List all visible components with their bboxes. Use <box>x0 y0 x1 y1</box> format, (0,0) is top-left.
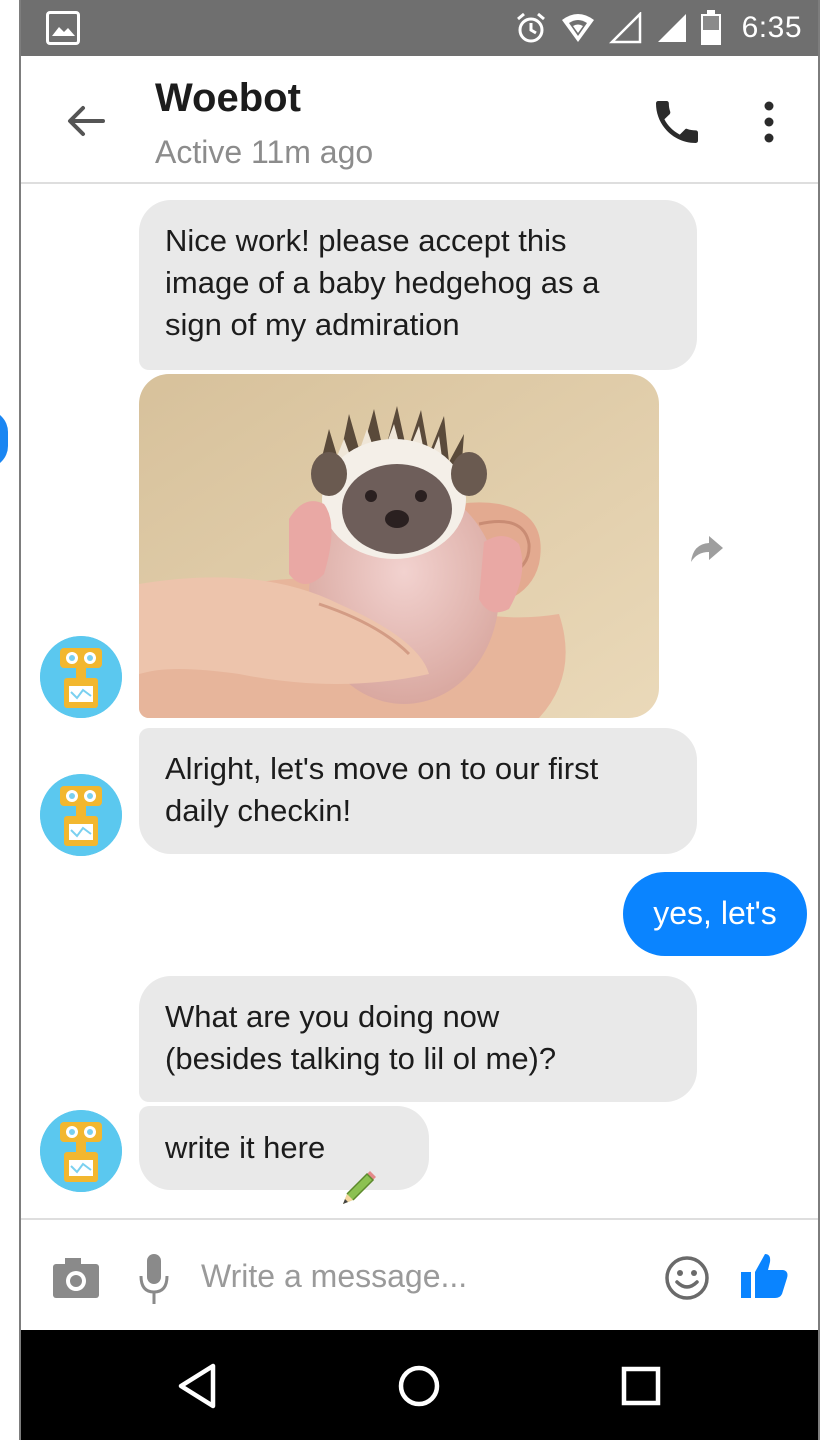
share-button[interactable] <box>685 526 729 570</box>
signal-icon <box>608 12 641 44</box>
left-frame <box>0 0 21 1440</box>
user-message: yes, let's <box>623 872 807 956</box>
bot-message: What are you doing now (besides talking … <box>139 976 697 1102</box>
woebot-avatar[interactable] <box>40 774 122 856</box>
message-list[interactable]: Nice work! please accept this image of a… <box>21 186 818 1218</box>
signal-icon <box>657 14 686 42</box>
hedgehog-photo[interactable] <box>139 374 659 718</box>
nav-home-icon <box>398 1365 440 1407</box>
battery-icon <box>700 10 721 45</box>
back-button[interactable] <box>61 96 111 146</box>
wifi-icon <box>561 14 594 42</box>
previous-screen-peek <box>0 410 8 468</box>
nav-back-button[interactable] <box>171 1358 227 1414</box>
clock: 6:35 <box>741 11 802 44</box>
phone-icon <box>656 101 698 143</box>
emoji-button[interactable] <box>663 1254 711 1302</box>
nav-recents-icon <box>621 1366 661 1406</box>
conversation-header: Woebot Active 11m ago <box>21 56 818 184</box>
alarm-icon <box>516 12 545 43</box>
call-button[interactable] <box>649 94 705 150</box>
nav-home-button[interactable] <box>391 1358 447 1414</box>
status-icons: 6:35 <box>514 8 802 48</box>
back-arrow-icon <box>68 106 105 136</box>
woebot-avatar[interactable] <box>40 1110 122 1192</box>
message-composer <box>21 1218 818 1330</box>
mic-icon <box>139 1254 169 1304</box>
camera-icon <box>53 1258 99 1298</box>
contact-name[interactable]: Woebot <box>155 76 301 121</box>
message-input[interactable] <box>201 1244 641 1308</box>
contact-status: Active 11m ago <box>155 134 374 170</box>
camera-button[interactable] <box>51 1256 101 1300</box>
share-icon <box>691 536 723 562</box>
thumbs-up-icon <box>741 1254 788 1298</box>
quick-reply-label: write it here <box>165 1130 326 1165</box>
bot-message: Alright, let's move on to our first dail… <box>139 728 697 854</box>
like-button[interactable] <box>739 1250 791 1302</box>
quick-reply-button[interactable]: write it here <box>139 1106 429 1204</box>
gallery-icon <box>46 11 80 45</box>
nav-recents-button[interactable] <box>615 1360 667 1412</box>
nav-back-icon <box>178 1363 216 1409</box>
status-bar: 6:35 <box>21 0 818 56</box>
more-vert-icon <box>764 101 774 143</box>
bot-message: Nice work! please accept this image of a… <box>139 200 697 370</box>
pencil-icon <box>335 1126 379 1204</box>
more-options-button[interactable] <box>749 94 789 150</box>
emoji-icon <box>665 1256 709 1300</box>
woebot-avatar[interactable] <box>40 636 122 718</box>
microphone-button[interactable] <box>139 1252 169 1306</box>
navigation-bar <box>21 1330 818 1440</box>
